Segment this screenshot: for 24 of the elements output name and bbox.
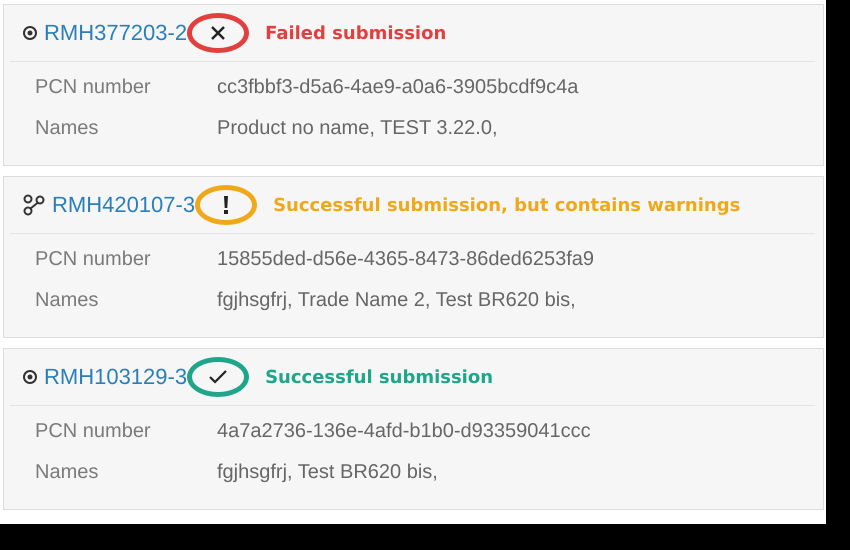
field-label: Names — [35, 461, 100, 484]
field-value: Product no name, TEST 3.22.0, — [217, 117, 498, 140]
field-value: 15855ded-d56e-4365-8473-86ded6253fa9 — [217, 248, 594, 271]
field-label: Names — [35, 289, 100, 312]
status-note: Failed submission — [265, 22, 446, 44]
field-value: fgjhsgfrj, Trade Name 2, Test BR620 bis, — [217, 289, 576, 312]
checkmark-icon — [208, 369, 228, 385]
field-label: PCN number — [35, 420, 152, 443]
radio-icon — [22, 25, 38, 41]
status-note: Successful submission, but contains warnings — [273, 194, 740, 216]
radio-icon — [22, 369, 38, 385]
field-value: 4a7a2736-136e-4afd-b1b0-d93359041ccc — [217, 420, 591, 443]
field-label: PCN number — [35, 76, 152, 99]
submission-link[interactable]: RMH377203-2 — [44, 20, 188, 46]
field-label: Names — [35, 117, 100, 140]
field-value: fgjhsgfrj, Test BR620 bis, — [217, 461, 438, 484]
close-icon — [210, 25, 226, 41]
submission-link[interactable]: RMH420107-3 — [52, 192, 196, 218]
field-label: PCN number — [35, 248, 152, 271]
submission-link[interactable]: RMH103129-3 — [44, 364, 188, 390]
field-value: cc3fbbf3-d5a6-4ae9-a0a6-3905bcdf9c4a — [217, 76, 578, 99]
status-note: Successful submission — [265, 366, 494, 388]
exclamation-icon — [223, 196, 230, 214]
branch-icon — [22, 194, 46, 216]
